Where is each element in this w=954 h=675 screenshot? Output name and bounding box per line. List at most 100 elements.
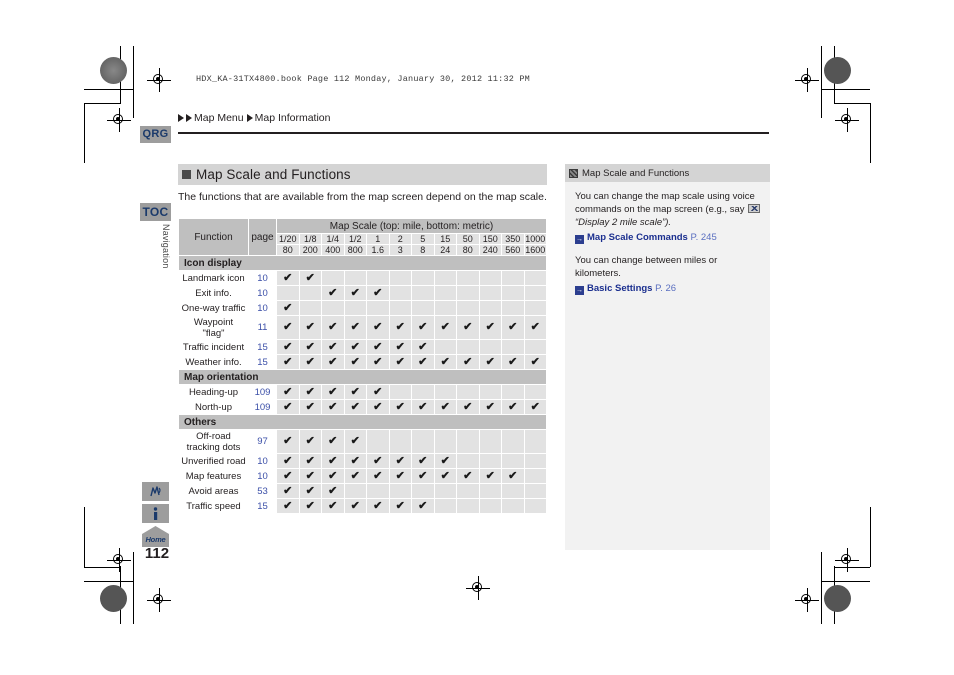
map-scale-table: Function page Map Scale (top: mile, bott… (178, 218, 547, 514)
table-group-row: Map orientation (178, 369, 547, 385)
triangle-right-icon (178, 114, 184, 122)
side-note-header: Map Scale and Functions (565, 164, 770, 182)
empty-cell (433, 285, 457, 301)
table-header-row-top: Function page Map Scale (top: mile, bott… (178, 218, 547, 256)
tab-qrg[interactable]: QRG (140, 126, 171, 143)
empty-cell (523, 300, 547, 316)
empty-cell (478, 300, 502, 316)
tab-toc[interactable]: TOC (140, 203, 171, 221)
ink-dot (824, 57, 851, 84)
empty-cell (388, 300, 412, 316)
registration-mark (147, 68, 171, 92)
page-reference-cell[interactable]: 15 (248, 498, 277, 514)
checkmark-cell (298, 315, 322, 340)
empty-cell (388, 429, 412, 454)
scale-header-mile-8: 50 (456, 233, 480, 245)
function-name-cell: Waypoint "flag" (178, 315, 249, 340)
breadcrumb-item-map-information[interactable]: Map Information (255, 112, 331, 124)
crop-mark-line (84, 507, 85, 567)
checkmark-cell (433, 399, 457, 415)
scale-header-metric-4: 1.6 (366, 244, 390, 256)
checkmark-cell (433, 453, 457, 469)
function-name-cell: North-up (178, 399, 249, 415)
checkmark-cell (276, 399, 300, 415)
crop-mark-line (84, 103, 85, 163)
checkmark-cell (343, 399, 367, 415)
checkmark-cell (321, 468, 345, 484)
crop-mark-line (133, 46, 134, 118)
empty-cell (433, 498, 457, 514)
reference-page-1: P. 245 (690, 232, 717, 243)
checkmark-cell (388, 399, 412, 415)
side-note-text-1a: You can change the map scale using voice… (575, 191, 755, 215)
page-reference-cell[interactable]: 10 (248, 300, 277, 316)
table-group-label: Icon display (178, 255, 547, 271)
checkmark-cell (456, 468, 480, 484)
checkmark-cell (478, 354, 502, 370)
voice-command-icon[interactable] (142, 482, 169, 501)
scale-header-mile-5: 2 (388, 233, 412, 245)
checkmark-cell (321, 453, 345, 469)
empty-cell (478, 270, 502, 286)
empty-cell (523, 429, 547, 454)
checkmark-cell (276, 384, 300, 400)
page-reference-cell[interactable]: 97 (248, 429, 277, 454)
empty-cell (456, 498, 480, 514)
checkmark-cell (343, 384, 367, 400)
page-reference-cell[interactable]: 15 (248, 339, 277, 355)
checkmark-cell (388, 453, 412, 469)
table-row: Landmark icon 10 (178, 270, 547, 286)
checkmark-cell (478, 315, 502, 340)
header-divider (178, 132, 769, 134)
checkmark-cell (388, 315, 412, 340)
empty-cell (478, 498, 502, 514)
checkmark-cell (298, 354, 322, 370)
checkmark-cell (321, 384, 345, 400)
ink-dot (100, 57, 127, 84)
reference-page-2: P. 26 (655, 283, 677, 294)
registration-mark (466, 576, 490, 600)
empty-cell (433, 270, 457, 286)
checkmark-cell (298, 270, 322, 286)
empty-cell (388, 285, 412, 301)
breadcrumb-item-map-menu[interactable]: Map Menu (194, 112, 244, 124)
page-reference-cell[interactable]: 10 (248, 270, 277, 286)
crop-mark-line (834, 103, 870, 104)
checkmark-cell (523, 399, 547, 415)
crop-mark-line (821, 46, 822, 118)
checkmark-cell (411, 498, 435, 514)
empty-cell (388, 483, 412, 499)
checkmark-cell (343, 453, 367, 469)
home-icon[interactable]: Home (142, 526, 169, 547)
table-group-row: Icon display (178, 255, 547, 271)
empty-cell (411, 300, 435, 316)
registration-mark (835, 548, 859, 572)
reference-link-map-scale-commands[interactable]: → Map Scale Commands P. 245 (575, 231, 762, 244)
voice-command-glyph (150, 485, 161, 496)
empty-cell (433, 384, 457, 400)
empty-cell (456, 285, 480, 301)
checkmark-cell (478, 399, 502, 415)
empty-cell (433, 300, 457, 316)
side-note-body: You can change the map scale using voice… (565, 182, 770, 295)
empty-cell (523, 498, 547, 514)
page-reference-cell[interactable]: 53 (248, 483, 277, 499)
information-icon[interactable] (142, 504, 169, 523)
empty-cell (456, 270, 480, 286)
checkmark-cell (298, 483, 322, 499)
page-reference-cell[interactable]: 10 (248, 453, 277, 469)
checkmark-cell (276, 429, 300, 454)
empty-cell (523, 468, 547, 484)
reference-link-basic-settings[interactable]: → Basic Settings P. 26 (575, 282, 762, 295)
page-reference-cell[interactable]: 109 (248, 384, 277, 400)
page-reference-cell[interactable]: 10 (248, 468, 277, 484)
scale-header-mile-2: 1/4 (321, 233, 345, 245)
page-reference-cell[interactable]: 15 (248, 354, 277, 370)
checkmark-cell (388, 339, 412, 355)
page-reference-cell[interactable]: 109 (248, 399, 277, 415)
page-reference-cell[interactable]: 11 (248, 315, 277, 340)
empty-cell (456, 339, 480, 355)
page-reference-cell[interactable]: 10 (248, 285, 277, 301)
checkmark-cell (411, 339, 435, 355)
checkmark-cell (298, 498, 322, 514)
